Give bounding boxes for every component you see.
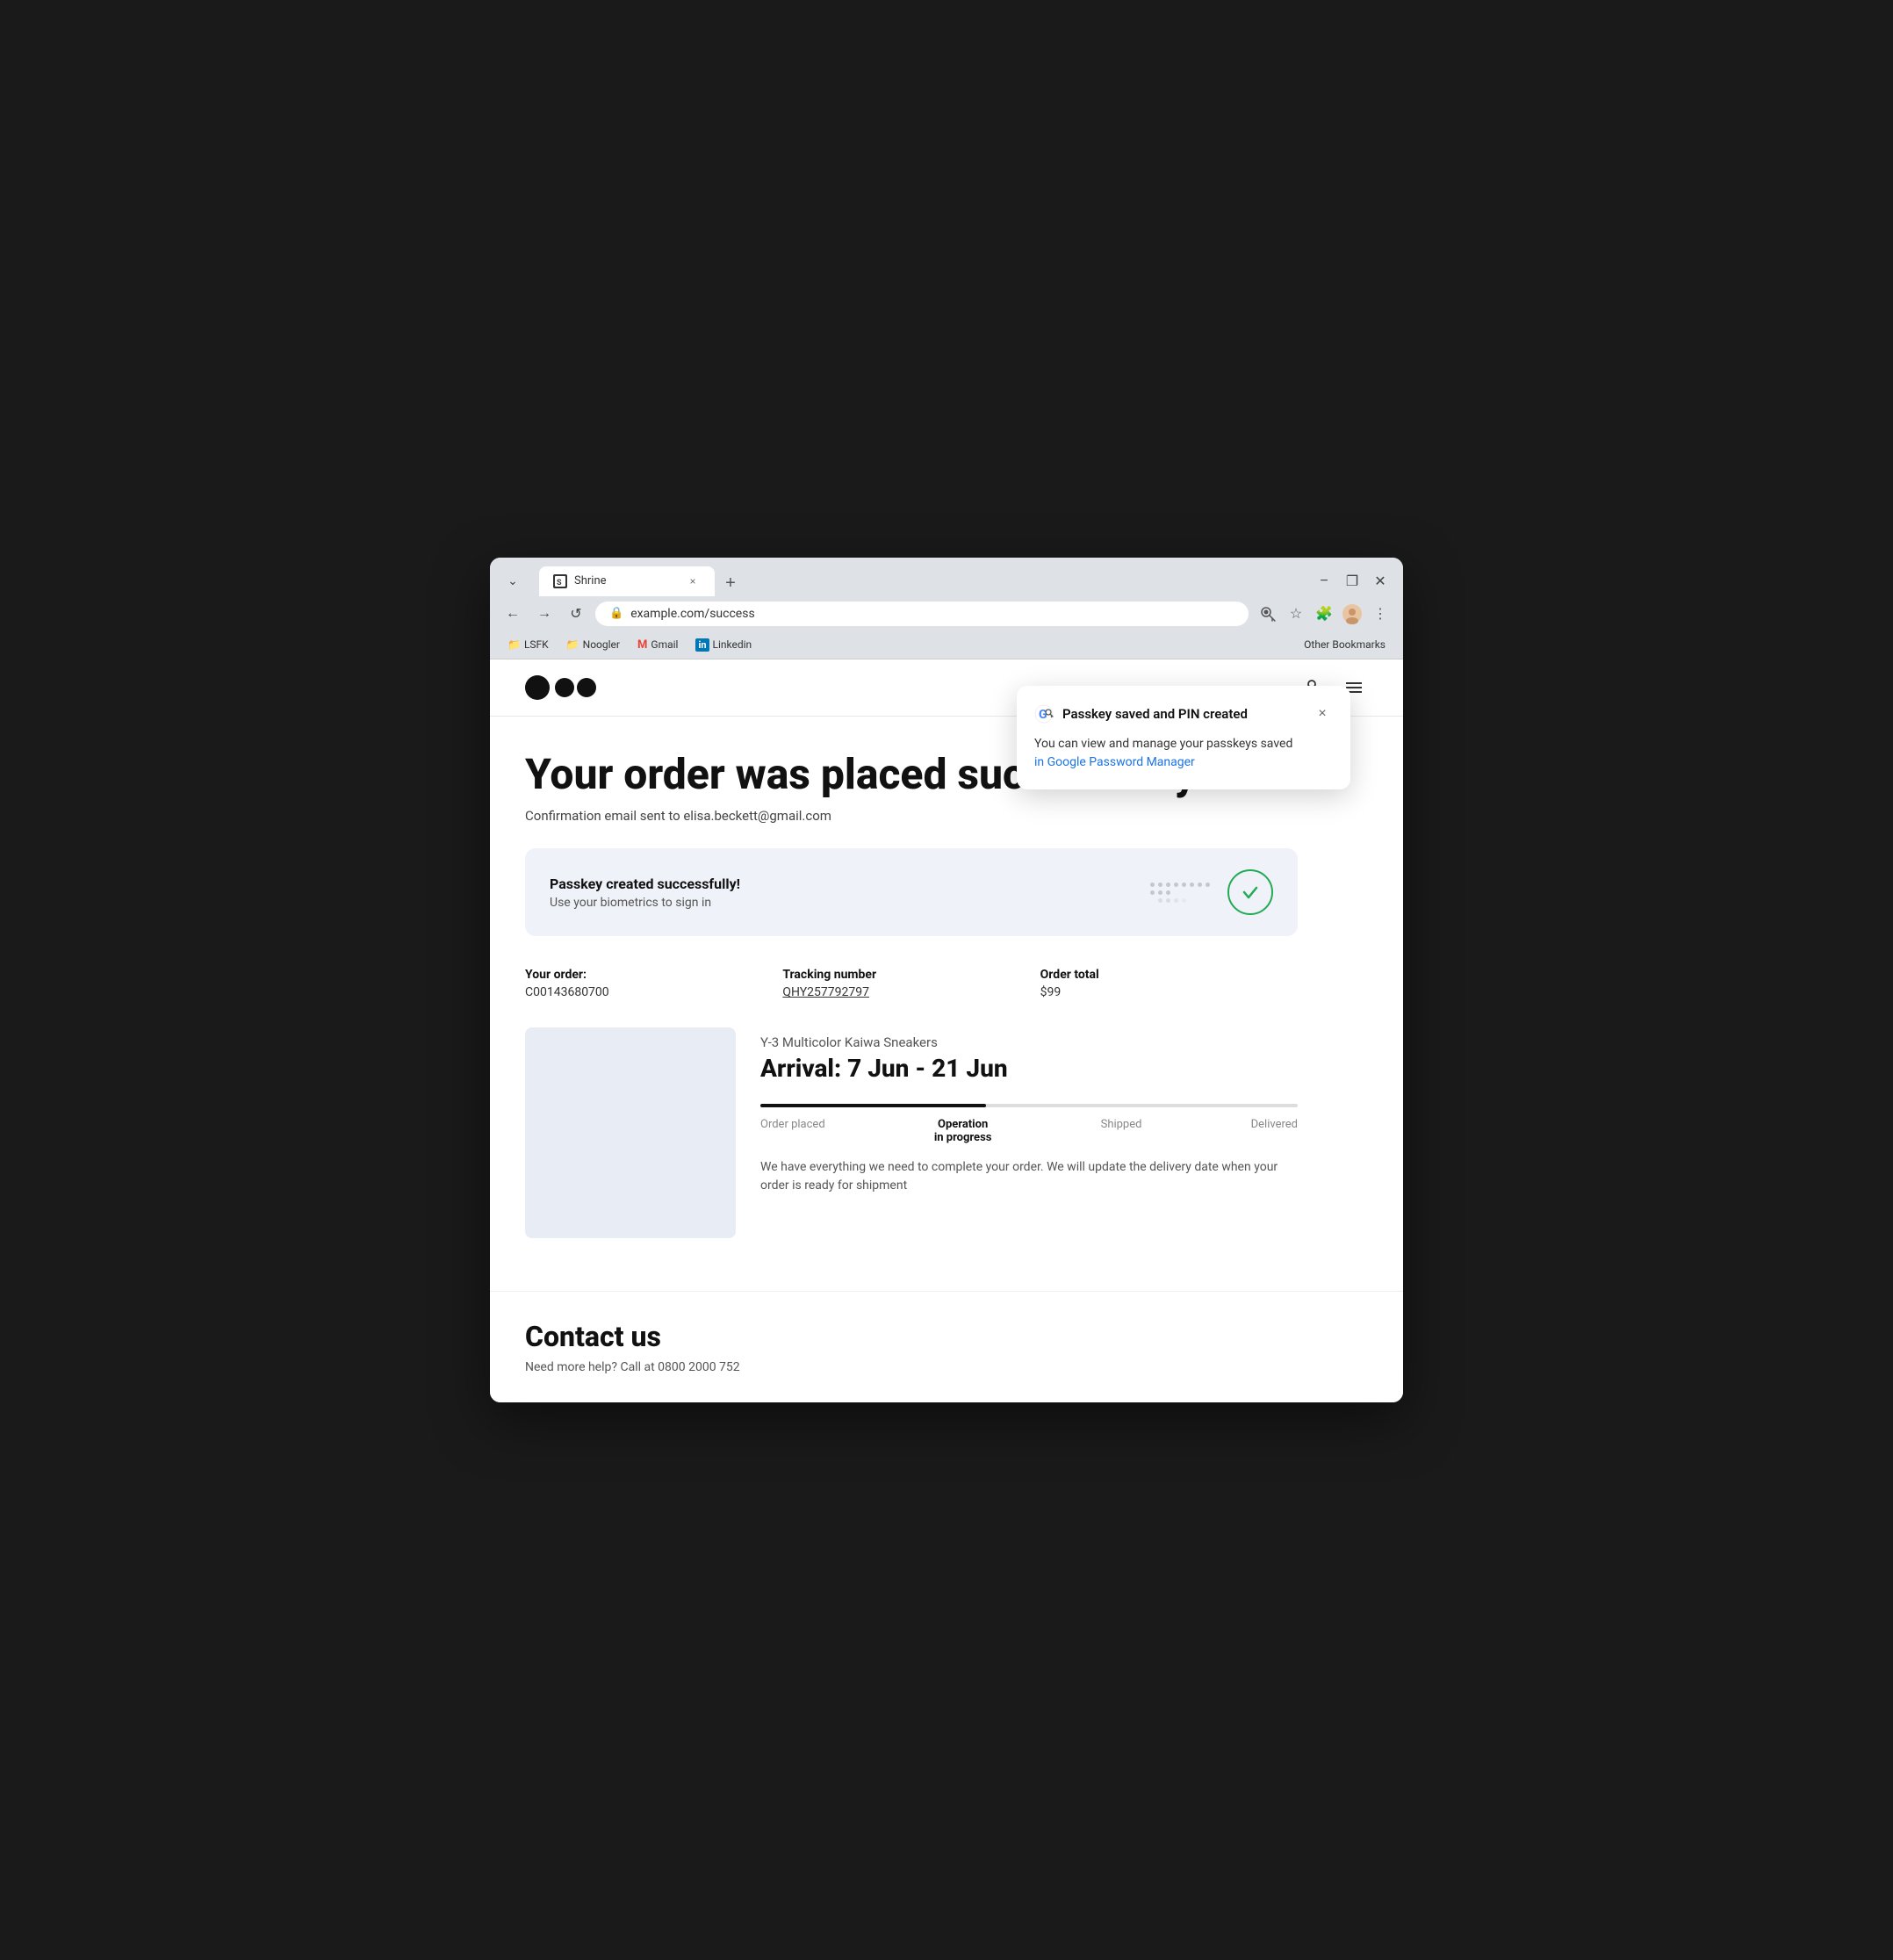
back-button[interactable]: ← xyxy=(500,602,525,626)
order-details-grid: Your order: C00143680700 Tracking number… xyxy=(525,968,1298,999)
bookmark-linkedin[interactable]: in Linkedin xyxy=(688,637,759,653)
confirmation-email: Confirmation email sent to elisa.beckett… xyxy=(525,808,1298,824)
logo-dot-right xyxy=(577,678,596,697)
chrome-titlebar: ⌄ S Shrine × + − ❐ ✕ xyxy=(490,558,1403,596)
forward-button[interactable]: → xyxy=(532,602,557,626)
url-text: example.com/success xyxy=(630,607,1234,621)
logo-dots-right xyxy=(555,675,596,700)
passkey-banner-right xyxy=(1150,869,1273,915)
tracking-col: Tracking number QHY257792797 xyxy=(782,968,1040,999)
bookmark-label: Noogler xyxy=(583,638,620,651)
progress-fill xyxy=(760,1104,986,1107)
progress-track xyxy=(760,1104,1298,1107)
contact-section: Contact us Need more help? Call at 0800 … xyxy=(490,1291,1403,1402)
step-order-placed: Order placed xyxy=(760,1118,825,1144)
gmail-icon: M xyxy=(637,638,647,652)
tab-close-button[interactable]: × xyxy=(685,573,701,589)
passkey-banner-text: Passkey created successfully! Use your b… xyxy=(550,876,740,910)
bookmark-gmail[interactable]: M Gmail xyxy=(630,637,685,653)
popup-title: Passkey saved and PIN created xyxy=(1062,706,1248,722)
product-image xyxy=(525,1027,736,1238)
popup-header: G Passkey saved and PIN created × xyxy=(1034,703,1333,724)
step-operation-in-progress: Operationin progress xyxy=(934,1118,992,1144)
minimize-button[interactable]: − xyxy=(1312,569,1336,594)
close-window-button[interactable]: ✕ xyxy=(1368,569,1393,594)
order-number-col: Your order: C00143680700 xyxy=(525,968,782,999)
passkey-banner: Passkey created successfully! Use your b… xyxy=(525,848,1298,936)
tab-bar: S Shrine × + xyxy=(539,566,1305,596)
bookmark-other[interactable]: Other Bookmarks xyxy=(1297,637,1393,652)
tab-favicon: S xyxy=(553,574,567,588)
bookmark-label: LSFK xyxy=(524,638,549,651)
logo-dot-left xyxy=(525,675,550,700)
svg-text:S: S xyxy=(557,579,562,587)
total-col: Order total $99 xyxy=(1040,968,1298,999)
bookmark-noogler[interactable]: 📁 Noogler xyxy=(559,637,627,652)
product-name: Y-3 Multicolor Kaiwa Sneakers xyxy=(760,1034,1298,1050)
passkey-banner-subtitle: Use your biometrics to sign in xyxy=(550,896,740,910)
main-content: Your order was placed successfully Confi… xyxy=(490,717,1333,1292)
step-shipped: Shipped xyxy=(1101,1118,1142,1144)
contact-text: Need more help? Call at 0800 2000 752 xyxy=(525,1360,1368,1374)
menu-button[interactable]: ⋮ xyxy=(1368,602,1393,626)
toolbar-actions: ☆ 🧩 ⋮ xyxy=(1256,602,1393,626)
passkey-popup: G Passkey saved and PIN created × You ca… xyxy=(1017,686,1350,789)
window-controls-left: ⌄ xyxy=(500,569,525,594)
new-tab-button[interactable]: + xyxy=(718,572,743,596)
passkey-banner-title: Passkey created successfully! xyxy=(550,876,740,892)
dots-pattern xyxy=(1150,883,1210,903)
bookmark-button[interactable]: ☆ xyxy=(1284,602,1308,626)
product-section: Y-3 Multicolor Kaiwa Sneakers Arrival: 7… xyxy=(525,1027,1298,1238)
bookmark-lsfk[interactable]: 📁 LSFK xyxy=(500,637,556,652)
passkey-google-icon: G xyxy=(1034,704,1054,724)
security-icon: 🔒 xyxy=(609,607,623,620)
step-delivered: Delivered xyxy=(1251,1118,1298,1144)
contact-title: Contact us xyxy=(525,1320,1368,1353)
refresh-button[interactable]: ↺ xyxy=(564,602,588,626)
logo-dot-mid xyxy=(555,678,574,697)
page-content: Your order was placed successfully Confi… xyxy=(490,659,1403,1403)
svg-text:G: G xyxy=(1039,708,1047,722)
restore-button[interactable]: ❐ xyxy=(1340,569,1364,594)
active-tab[interactable]: S Shrine × xyxy=(539,566,715,596)
google-password-manager-link[interactable]: in Google Password Manager xyxy=(1034,755,1195,769)
tracking-number[interactable]: QHY257792797 xyxy=(782,985,1040,999)
success-checkmark xyxy=(1227,869,1273,915)
product-info: Y-3 Multicolor Kaiwa Sneakers Arrival: 7… xyxy=(760,1027,1298,1195)
bookmarks-bar: 📁 LSFK 📁 Noogler M Gmail in Linkedin Oth… xyxy=(490,633,1403,659)
bookmark-folder-icon: 📁 xyxy=(566,638,579,651)
order-label: Your order: xyxy=(525,968,782,982)
window-controls-right: − ❐ ✕ xyxy=(1312,569,1393,594)
bookmark-label: Linkedin xyxy=(713,638,752,651)
tracking-label: Tracking number xyxy=(782,968,1040,982)
order-number: C00143680700 xyxy=(525,985,782,999)
extensions-button[interactable]: 🧩 xyxy=(1312,602,1336,626)
browser-window: ⌄ S Shrine × + − ❐ ✕ ← → ↺ 🔒 example.com… xyxy=(490,558,1403,1403)
profile-button[interactable] xyxy=(1340,602,1364,626)
bookmark-label: Other Bookmarks xyxy=(1304,638,1386,651)
popup-body: You can view and manage your passkeys sa… xyxy=(1034,735,1333,772)
bookmark-folder-icon: 📁 xyxy=(507,638,521,651)
order-description: We have everything we need to complete y… xyxy=(760,1158,1298,1195)
linkedin-icon: in xyxy=(695,638,709,652)
progress-labels: Order placed Operationin progress Shippe… xyxy=(760,1118,1298,1144)
bookmark-label: Gmail xyxy=(651,638,678,651)
tab-title: Shrine xyxy=(574,574,607,587)
popup-header-left: G Passkey saved and PIN created xyxy=(1034,704,1248,724)
product-arrival: Arrival: 7 Jun - 21 Jun xyxy=(760,1054,1298,1083)
popup-close-button[interactable]: × xyxy=(1312,703,1333,724)
tab-dropdown-button[interactable]: ⌄ xyxy=(500,569,525,594)
chrome-toolbar: ← → ↺ 🔒 example.com/success ☆ 🧩 xyxy=(490,596,1403,633)
progress-container: Order placed Operationin progress Shippe… xyxy=(760,1104,1298,1144)
total-label: Order total xyxy=(1040,968,1298,982)
site-logo xyxy=(525,675,596,700)
popup-body-text: You can view and manage your passkeys sa… xyxy=(1034,737,1292,751)
address-bar[interactable]: 🔒 example.com/success xyxy=(595,602,1249,626)
passkey-icon-button[interactable] xyxy=(1256,602,1280,626)
total-value: $99 xyxy=(1040,985,1298,999)
